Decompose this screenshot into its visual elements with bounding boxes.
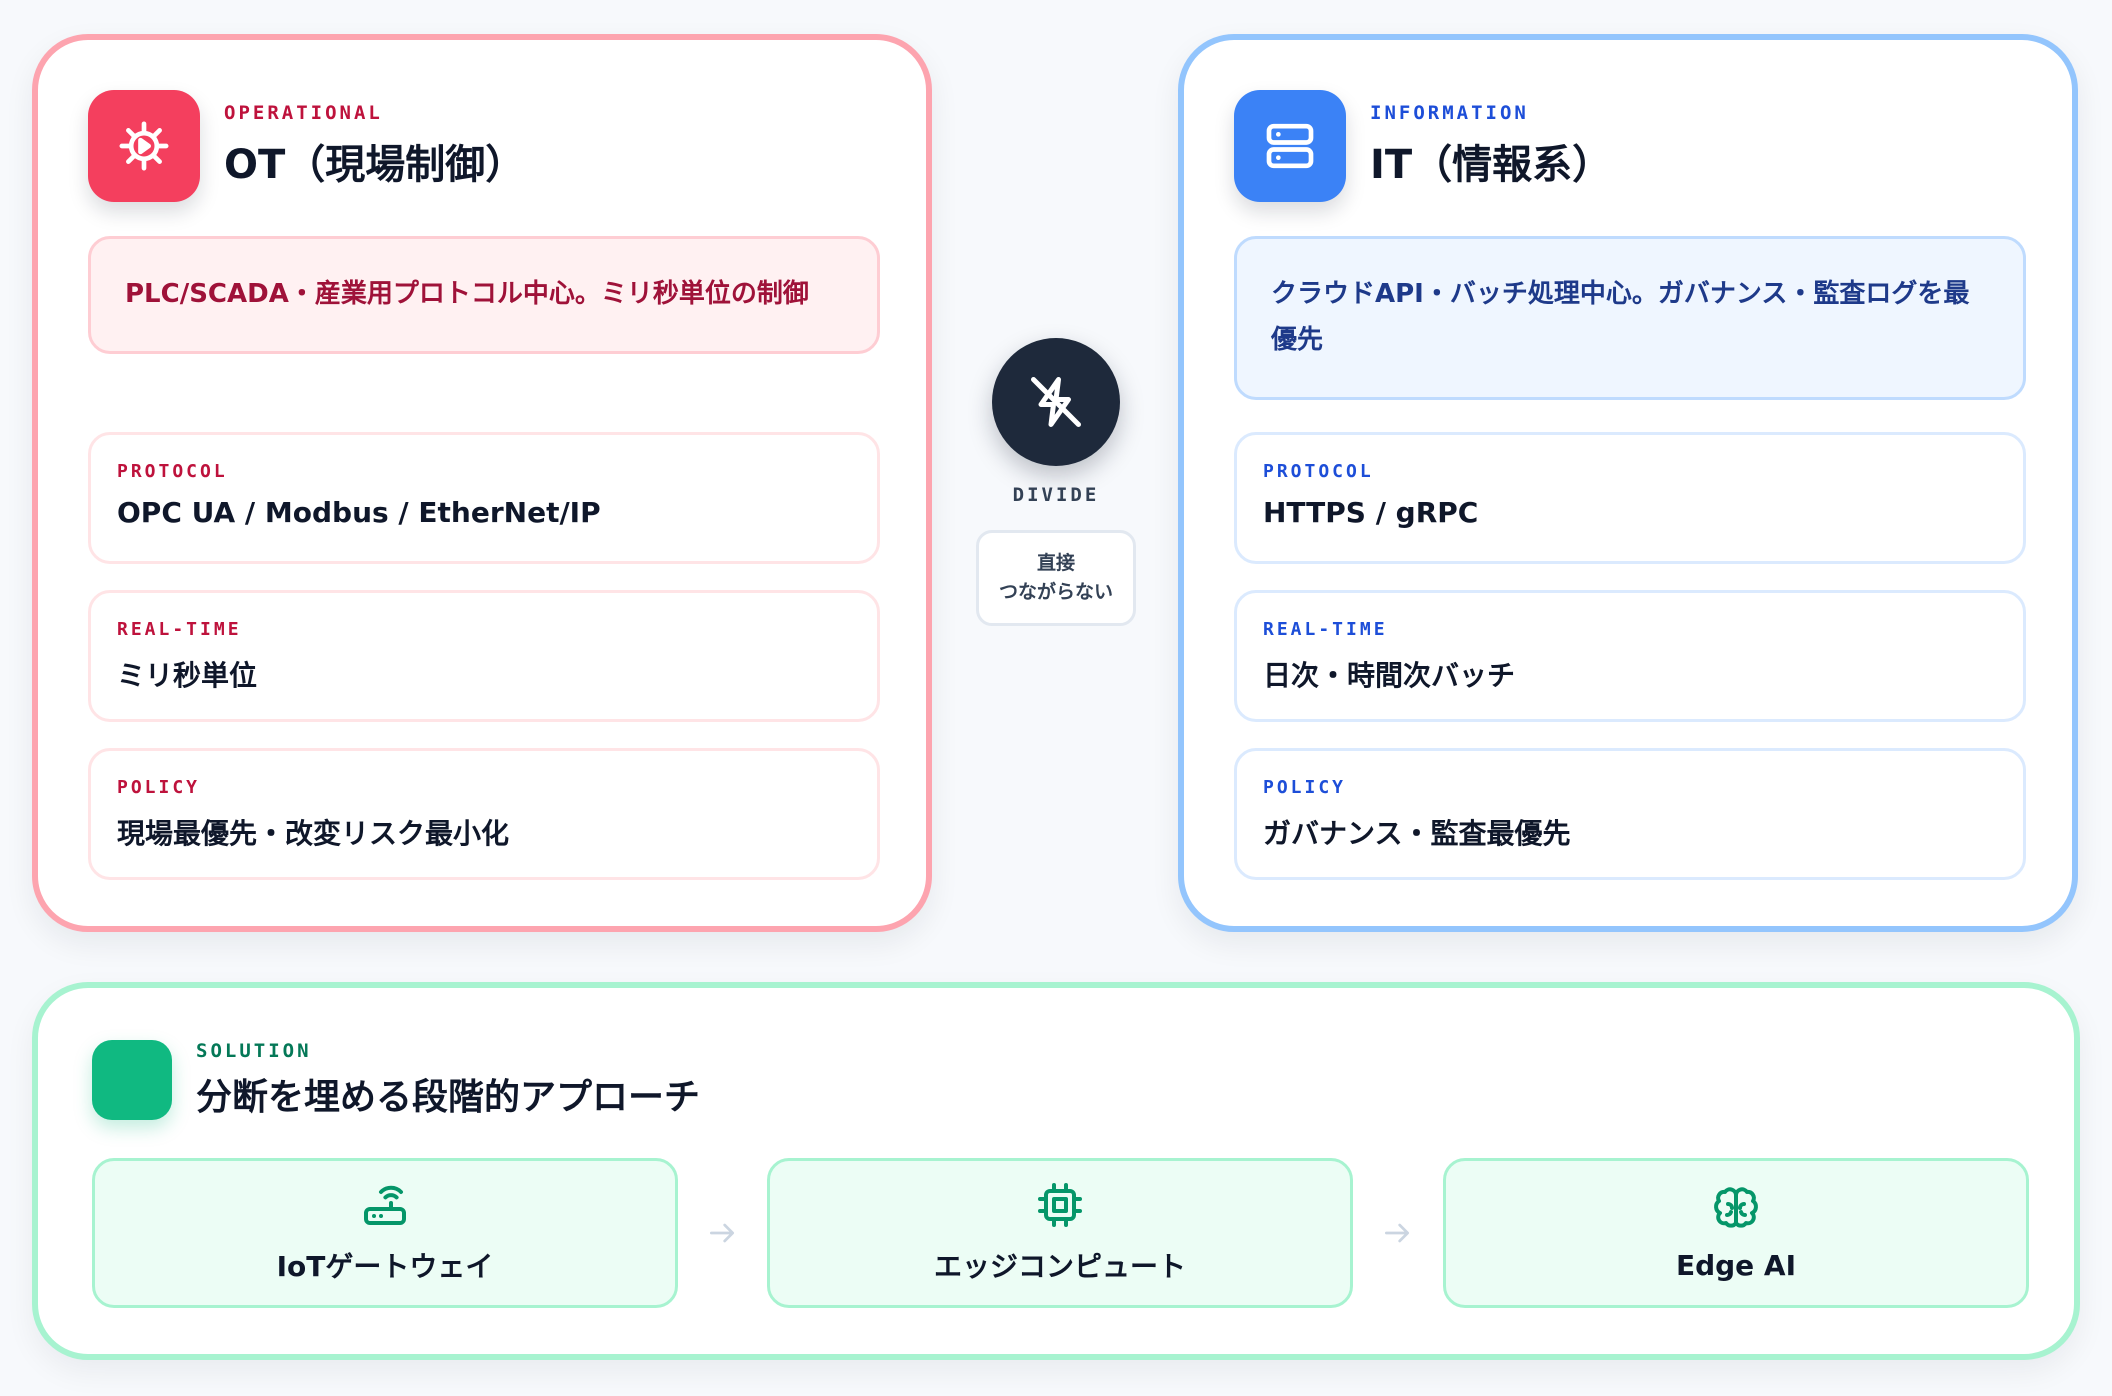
- ot-panel: OPERATIONAL OT（現場制御） PLC/SCADA・産業用プロトコル中…: [32, 34, 932, 932]
- ot-eyebrow: OPERATIONAL: [224, 102, 383, 124]
- it-panel: INFORMATION IT（情報系） クラウドAPI・バッチ処理中心。ガバナン…: [1178, 34, 2078, 932]
- divide-label: DIVIDE: [1012, 484, 1100, 506]
- unplug-icon: [992, 338, 1120, 466]
- it-title: IT（情報系）: [1370, 142, 1613, 188]
- ot-card-label: POLICY: [117, 777, 201, 798]
- solution-badge-icon: [92, 1040, 172, 1120]
- ot-card-label: PROTOCOL: [117, 461, 228, 482]
- step-edge-compute: エッジコンピュート: [767, 1158, 1353, 1308]
- arrow-right-icon: [1377, 1216, 1417, 1250]
- it-card-value: ガバナンス・監査最優先: [1263, 817, 1571, 850]
- arrow-right-icon: [702, 1216, 742, 1250]
- ot-header: OPERATIONAL OT（現場制御）: [88, 90, 525, 202]
- it-card-label: REAL-TIME: [1263, 619, 1388, 640]
- step-iot-gateway: IoTゲートウェイ: [92, 1158, 678, 1308]
- step-label: エッジコンピュート: [933, 1250, 1186, 1283]
- brain-icon: [1712, 1185, 1760, 1237]
- it-eyebrow: INFORMATION: [1370, 102, 1529, 124]
- ot-card-realtime: REAL-TIME ミリ秒単位: [88, 590, 880, 722]
- solution-title: 分断を埋める段階的アプローチ: [196, 1077, 701, 1118]
- it-card-label: PROTOCOL: [1263, 461, 1374, 482]
- ot-card-label: REAL-TIME: [117, 619, 242, 640]
- step-label: IoTゲートウェイ: [276, 1250, 494, 1283]
- it-card-value: HTTPS / gRPC: [1263, 496, 1479, 529]
- ot-card-value: OPC UA / Modbus / EtherNet/IP: [117, 496, 601, 529]
- gear-icon: [88, 90, 200, 202]
- cpu-chip-icon: [1036, 1181, 1084, 1233]
- server-icon: [1234, 90, 1346, 202]
- it-description: クラウドAPI・バッチ処理中心。ガバナンス・監査ログを最優先: [1234, 236, 2026, 400]
- it-card-protocol: PROTOCOL HTTPS / gRPC: [1234, 432, 2026, 564]
- solution-eyebrow: SOLUTION: [196, 1040, 312, 1062]
- ot-card-policy: POLICY 現場最優先・改変リスク最小化: [88, 748, 880, 880]
- divide-note-line: 直接: [1036, 552, 1075, 574]
- ot-card-value: ミリ秒単位: [117, 659, 258, 692]
- solution-header: SOLUTION 分断を埋める段階的アプローチ: [92, 1040, 700, 1120]
- divide-note-line: つながらない: [998, 581, 1113, 603]
- router-icon: [361, 1181, 409, 1233]
- ot-description: PLC/SCADA・産業用プロトコル中心。ミリ秒単位の制御: [88, 236, 880, 354]
- it-card-value: 日次・時間次バッチ: [1263, 659, 1516, 692]
- ot-card-protocol: PROTOCOL OPC UA / Modbus / EtherNet/IP: [88, 432, 880, 564]
- ot-card-value: 現場最優先・改変リスク最小化: [117, 817, 510, 850]
- solution-panel: SOLUTION 分断を埋める段階的アプローチ IoTゲートウェイ エッジコンピ…: [32, 982, 2080, 1360]
- divide-note: 直接 つながらない: [976, 530, 1136, 626]
- it-card-policy: POLICY ガバナンス・監査最優先: [1234, 748, 2026, 880]
- step-edge-ai: Edge AI: [1443, 1158, 2029, 1308]
- it-header: INFORMATION IT（情報系）: [1234, 90, 1612, 202]
- ot-title: OT（現場制御）: [224, 142, 526, 188]
- step-label: Edge AI: [1675, 1248, 1797, 1282]
- it-card-realtime: REAL-TIME 日次・時間次バッチ: [1234, 590, 2026, 722]
- it-card-label: POLICY: [1263, 777, 1347, 798]
